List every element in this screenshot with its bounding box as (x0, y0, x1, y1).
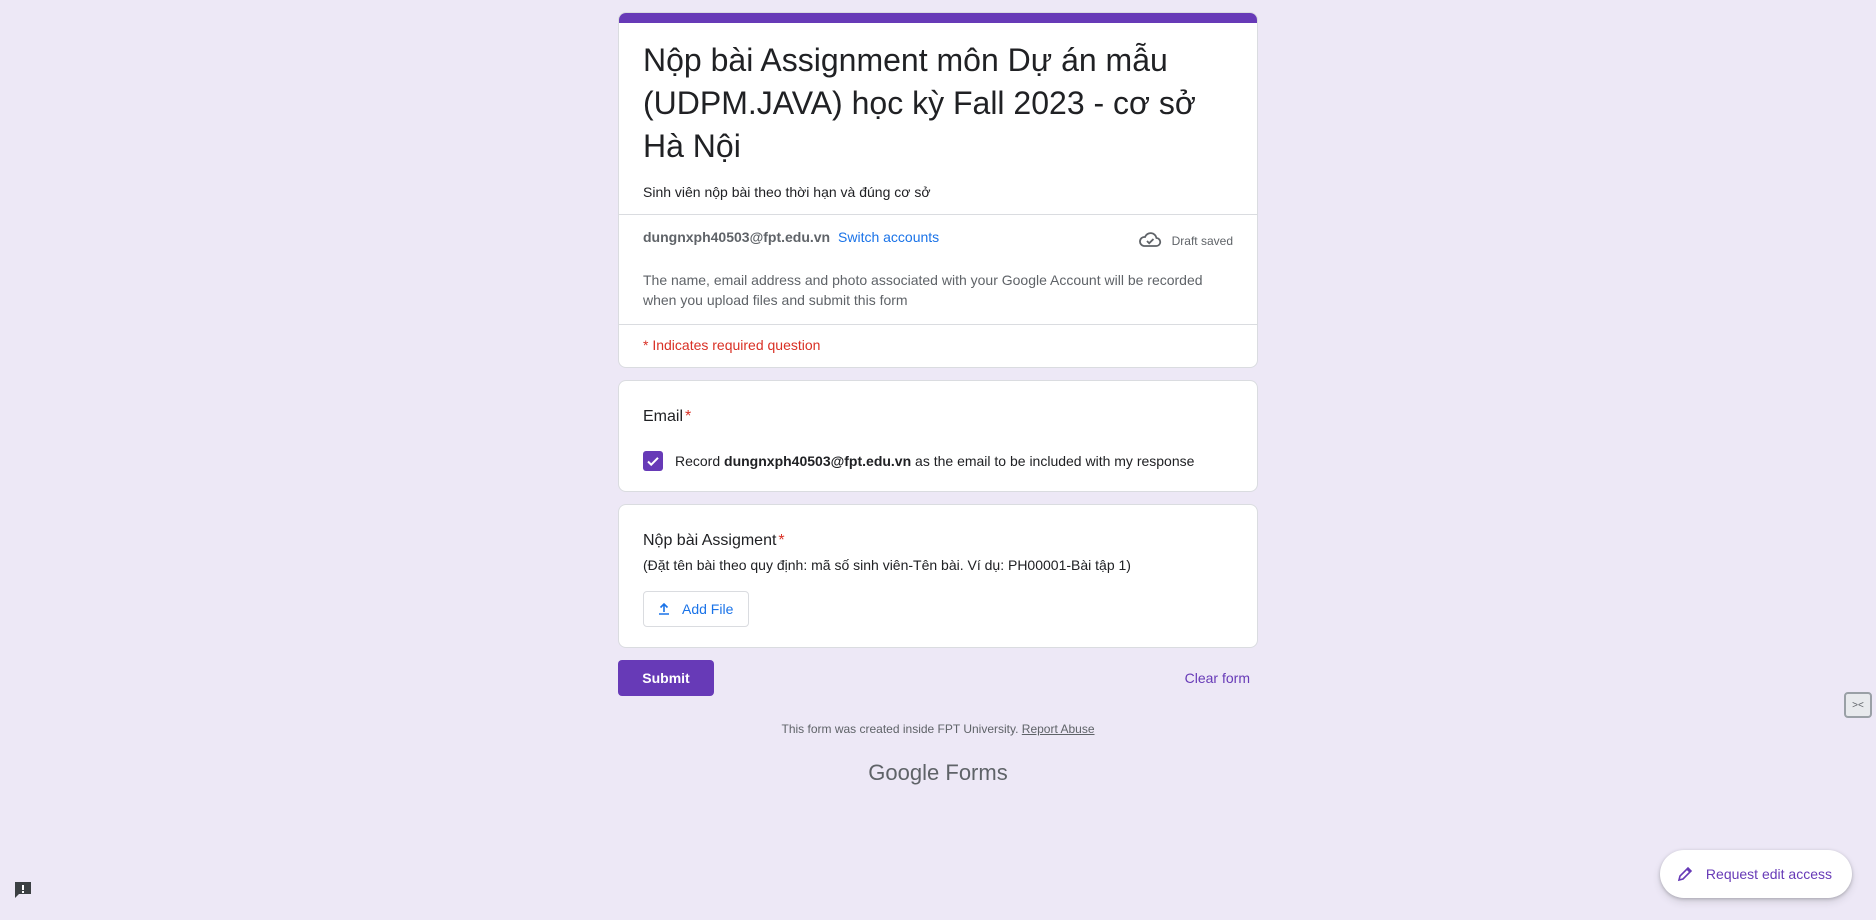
feedback-icon[interactable] (12, 879, 34, 906)
privacy-notice: The name, email address and photo associ… (643, 272, 1203, 308)
draft-status: Draft saved (1138, 229, 1233, 252)
report-abuse-link[interactable]: Report Abuse (1022, 722, 1095, 736)
required-star: * (685, 408, 692, 425)
upload-question-description: (Đặt tên bài theo quy định: mã số sinh v… (643, 557, 1131, 573)
form-page: Nộp bài Assignment môn Dự án mẫu (UDPM.J… (0, 0, 1876, 920)
email-question-card: Email * Record dungnxph40503@fpt.edu.vn a… (618, 380, 1258, 492)
form-header-card: Nộp bài Assignment môn Dự án mẫu (UDPM.J… (618, 12, 1258, 368)
switch-accounts-link[interactable]: Switch accounts (838, 229, 939, 245)
record-email-row: Record dungnxph40503@fpt.edu.vn as the e… (643, 451, 1233, 471)
request-edit-access-button[interactable]: Request edit access (1659, 850, 1852, 898)
pencil-icon (1677, 866, 1693, 882)
accent-bar (619, 13, 1257, 23)
email-question-label: Email (643, 408, 684, 425)
brand-forms: Forms (945, 760, 1008, 785)
account-row: dungnxph40503@fpt.edu.vn Switch accounts… (619, 215, 1257, 252)
upload-question-label: Nộp bài Assigment (643, 532, 777, 549)
google-forms-logo[interactable]: Google Forms (618, 760, 1258, 786)
check-icon (647, 457, 659, 467)
form-actions: Submit Clear form (618, 660, 1258, 696)
record-prefix: Record (675, 453, 721, 469)
side-widget-icon[interactable]: >< (1844, 692, 1872, 718)
form-column: Nộp bài Assignment môn Dự án mẫu (UDPM.J… (618, 12, 1258, 786)
created-text: This form was created inside FPT Univers… (781, 722, 1019, 736)
required-note: * Indicates required question (643, 337, 821, 353)
form-title: Nộp bài Assignment môn Dự án mẫu (UDPM.J… (643, 42, 1196, 164)
add-file-button[interactable]: Add File (643, 591, 750, 627)
clear-form-button[interactable]: Clear form (1185, 670, 1258, 686)
record-email: dungnxph40503@fpt.edu.vn (724, 453, 912, 469)
add-file-label: Add File (682, 601, 734, 617)
draft-status-label: Draft saved (1171, 233, 1233, 248)
cloud-check-icon (1138, 229, 1162, 252)
question-title: Email * (643, 405, 1233, 429)
required-star: * (778, 532, 785, 549)
upload-question-card: Nộp bài Assigment * (Đặt tên bài theo quy… (618, 504, 1258, 648)
account-email: dungnxph40503@fpt.edu.vn (643, 229, 831, 245)
record-suffix: as the email to be included with my resp… (915, 453, 1195, 469)
form-footer: This form was created inside FPT Univers… (618, 722, 1258, 736)
request-edit-label: Request edit access (1705, 866, 1832, 882)
upload-icon (659, 602, 669, 615)
brand-google: Google (868, 760, 940, 785)
submit-button[interactable]: Submit (618, 660, 714, 696)
question-title: Nộp bài Assigment * (643, 529, 1233, 553)
form-description: Sinh viên nộp bài theo thời hạn và đúng … (643, 184, 931, 200)
record-email-checkbox[interactable] (643, 451, 663, 471)
